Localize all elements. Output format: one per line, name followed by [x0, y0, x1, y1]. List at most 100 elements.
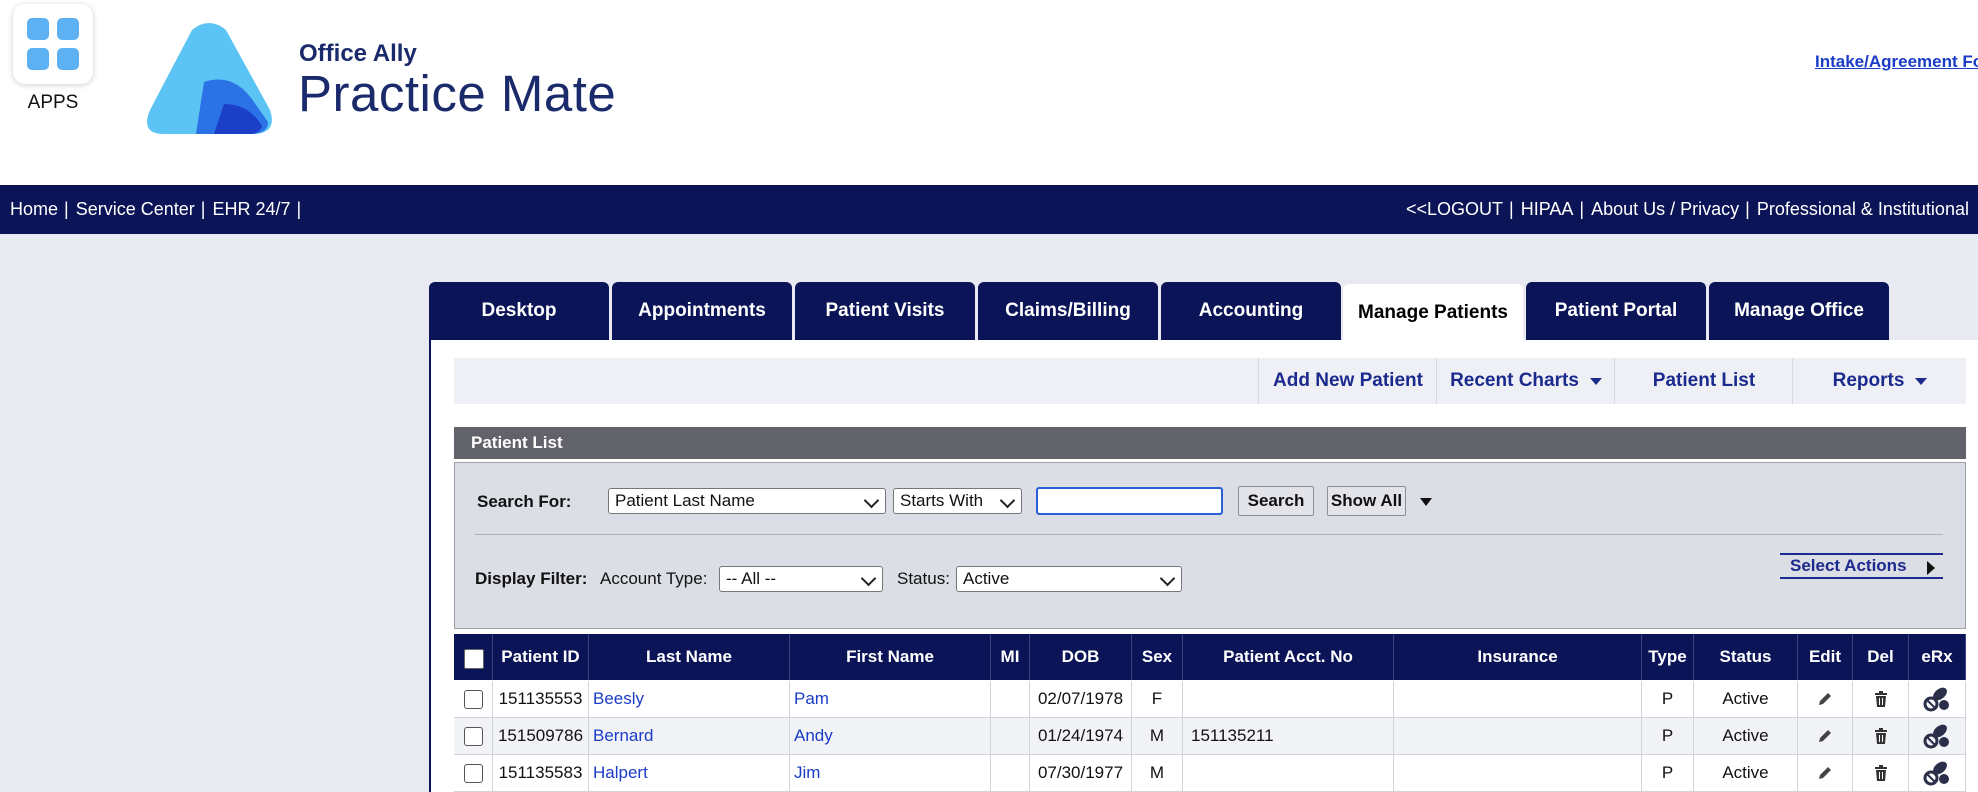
chevron-down-icon: [1159, 570, 1176, 587]
cell-erx: [1909, 681, 1966, 717]
add-new-patient-button[interactable]: Add New Patient: [1258, 358, 1437, 404]
row-checkbox[interactable]: [463, 763, 483, 783]
row-checkbox[interactable]: [463, 689, 483, 709]
show-all-menu-icon[interactable]: [1420, 498, 1432, 506]
search-button[interactable]: Search: [1238, 486, 1314, 516]
pill-erx-icon[interactable]: [1923, 686, 1951, 712]
col-mi[interactable]: MI: [991, 634, 1030, 680]
first-name-link[interactable]: Pam: [794, 689, 829, 709]
account-type-select[interactable]: -- All --: [719, 566, 883, 592]
cell-erx: [1909, 718, 1966, 754]
first-name-link[interactable]: Jim: [794, 763, 820, 783]
last-name-link[interactable]: Bernard: [593, 726, 653, 746]
cell-edit: [1798, 755, 1853, 791]
tab-manage-patients[interactable]: Manage Patients: [1343, 284, 1523, 341]
nav-about-privacy[interactable]: About Us / Privacy: [1591, 199, 1739, 219]
apps-button[interactable]: [13, 4, 93, 84]
cell-mi: [991, 718, 1030, 754]
tab-desktop[interactable]: Desktop: [429, 282, 609, 340]
tab-accounting[interactable]: Accounting: [1161, 282, 1341, 340]
cell-status: Active: [1694, 755, 1798, 791]
tab-claims-billing[interactable]: Claims/Billing: [978, 282, 1158, 340]
col-dob[interactable]: DOB: [1030, 634, 1132, 680]
patient-list-button[interactable]: Patient List: [1614, 358, 1793, 404]
table-row: 151135553 Beesly Pam 02/07/1978 F P Acti…: [454, 681, 1966, 718]
trash-icon[interactable]: [1873, 764, 1889, 782]
reports-dropdown[interactable]: Reports: [1792, 358, 1967, 404]
pill-erx-icon[interactable]: [1923, 760, 1951, 786]
pencil-icon[interactable]: [1817, 691, 1833, 707]
search-input[interactable]: [1036, 487, 1223, 515]
col-patient-acct-no[interactable]: Patient Acct. No: [1183, 634, 1394, 680]
show-all-button[interactable]: Show All: [1327, 486, 1406, 516]
apps-grid-icon: [27, 18, 79, 70]
col-insurance[interactable]: Insurance: [1394, 634, 1642, 680]
cell-edit: [1798, 718, 1853, 754]
nav-ehr[interactable]: EHR 24/7: [212, 199, 290, 219]
status-filter-select[interactable]: Active: [956, 566, 1182, 592]
cell-type: P: [1642, 718, 1694, 754]
apps-label: APPS: [27, 92, 79, 113]
chevron-down-icon: [863, 492, 880, 509]
row-checkbox[interactable]: [463, 726, 483, 746]
nav-professional-institutional[interactable]: Professional & Institutional: [1757, 199, 1969, 219]
col-first-name[interactable]: First Name: [790, 634, 991, 680]
tab-manage-office[interactable]: Manage Office: [1709, 282, 1889, 340]
nav-service-center[interactable]: Service Center: [76, 199, 195, 219]
select-actions-button[interactable]: Select Actions: [1780, 553, 1943, 579]
col-patient-id[interactable]: Patient ID: [493, 634, 589, 680]
cell-insurance: [1394, 755, 1642, 791]
cell-insurance: [1394, 718, 1642, 754]
col-status[interactable]: Status: [1694, 634, 1798, 680]
caret-right-icon: [1927, 561, 1935, 575]
search-mode-select[interactable]: Starts With: [893, 488, 1022, 514]
col-edit: Edit: [1798, 634, 1853, 680]
table-row: 151509786 Bernard Andy 01/24/1974 M 1511…: [454, 718, 1966, 755]
pill-erx-icon[interactable]: [1923, 723, 1951, 749]
col-type[interactable]: Type: [1642, 634, 1694, 680]
cell-edit: [1798, 681, 1853, 717]
caret-down-icon: [1915, 377, 1928, 385]
cell-patient-id: 151135583: [493, 755, 589, 791]
cell-type: P: [1642, 681, 1694, 717]
nav-home[interactable]: Home: [10, 199, 58, 219]
cell-delete: [1853, 755, 1909, 791]
row-checkbox-cell: [454, 718, 493, 754]
trash-icon[interactable]: [1873, 727, 1889, 745]
chevron-down-icon: [999, 492, 1016, 509]
cell-status: Active: [1694, 681, 1798, 717]
recent-charts-dropdown[interactable]: Recent Charts: [1436, 358, 1615, 404]
trash-icon[interactable]: [1873, 690, 1889, 708]
last-name-link[interactable]: Beesly: [593, 689, 644, 709]
cell-patient-id: 151509786: [493, 718, 589, 754]
last-name-link[interactable]: Halpert: [593, 763, 648, 783]
tab-patient-visits[interactable]: Patient Visits: [795, 282, 975, 340]
cell-sex: M: [1132, 755, 1183, 791]
tab-appointments[interactable]: Appointments: [612, 282, 792, 340]
cell-first-name: Andy: [790, 718, 991, 754]
cell-dob: 01/24/1974: [1030, 718, 1132, 754]
app-header: APPS Office Ally Practice Mate Intake/Ag…: [0, 0, 1978, 185]
cell-last-name: Bernard: [589, 718, 790, 754]
cell-insurance: [1394, 681, 1642, 717]
top-navbar: Home | Service Center | EHR 24/7 | <<LOGOUT | H…: [0, 185, 1978, 234]
search-field-select[interactable]: Patient Last Name: [608, 488, 886, 514]
cell-erx: [1909, 755, 1966, 791]
col-last-name[interactable]: Last Name: [589, 634, 790, 680]
cell-delete: [1853, 681, 1909, 717]
col-sex[interactable]: Sex: [1132, 634, 1183, 680]
nav-hipaa[interactable]: HIPAA: [1521, 199, 1574, 219]
tab-patient-portal[interactable]: Patient Portal: [1526, 282, 1706, 340]
cell-acct-no: [1183, 755, 1394, 791]
cell-acct-no: [1183, 681, 1394, 717]
cell-delete: [1853, 718, 1909, 754]
cell-dob: 02/07/1978: [1030, 681, 1132, 717]
intake-agreement-link[interactable]: Intake/Agreement Fo: [1815, 52, 1978, 72]
pencil-icon[interactable]: [1817, 765, 1833, 781]
row-checkbox-cell: [454, 755, 493, 791]
pencil-icon[interactable]: [1817, 728, 1833, 744]
first-name-link[interactable]: Andy: [794, 726, 833, 746]
select-all-checkbox[interactable]: [464, 649, 484, 669]
nav-logout[interactable]: <<LOGOUT: [1406, 199, 1503, 219]
cell-sex: F: [1132, 681, 1183, 717]
